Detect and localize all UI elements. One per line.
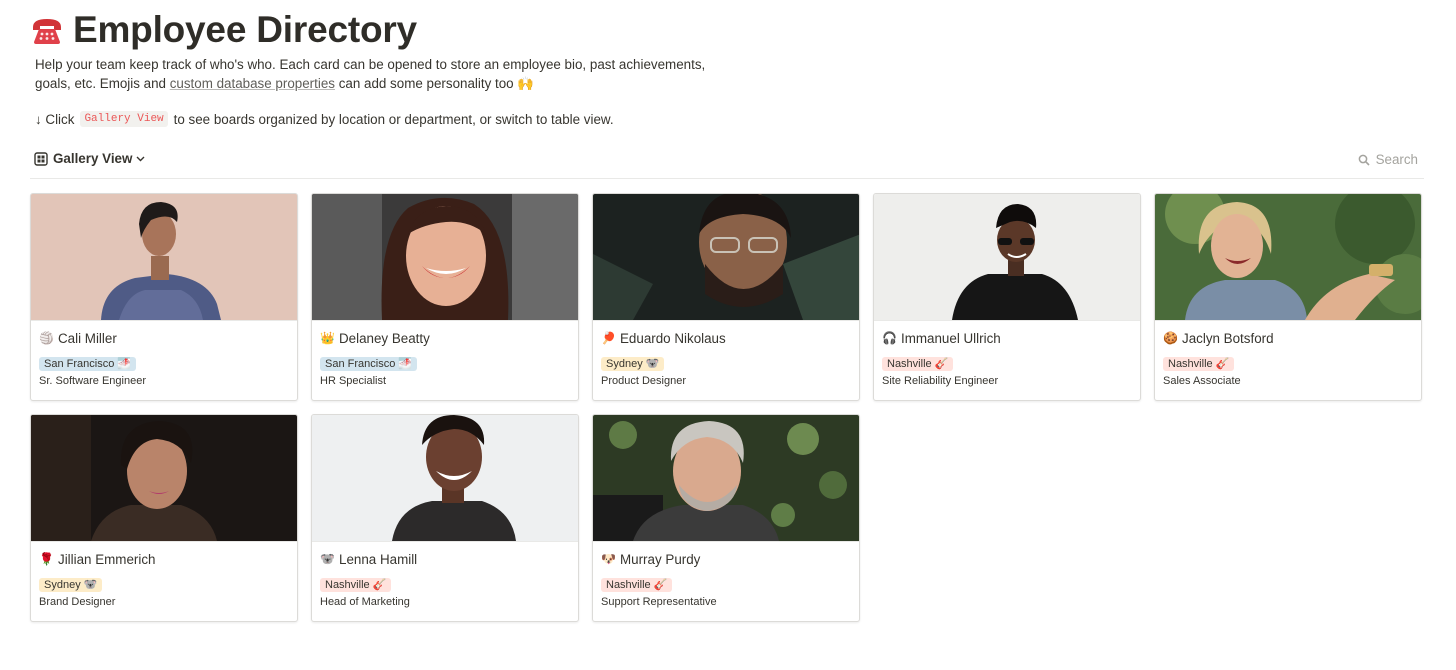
employee-name: Delaney Beatty (339, 330, 430, 346)
telephone-icon[interactable] (30, 16, 64, 46)
search-button[interactable]: Search (1358, 152, 1418, 167)
card-title: 🍪 Jaclyn Botsford (1163, 328, 1421, 348)
employee-name: Murray Purdy (620, 551, 701, 567)
hint-text: to see boards organized by location or d… (173, 111, 614, 127)
employee-name: Jaclyn Botsford (1182, 330, 1274, 346)
employee-card[interactable]: 🍪 Jaclyn Botsford Nashville 🎸 Sales Asso… (1154, 193, 1422, 401)
location-tag: Nashville 🎸 (882, 357, 954, 371)
card-cover-photo (593, 415, 859, 542)
volleyball-icon: 🏐 (39, 331, 54, 345)
employee-role: Head of Marketing (320, 596, 410, 608)
card-title: 🌹 Jillian Emmerich (39, 549, 297, 569)
description-text-end: can add some personality too 🙌 (334, 75, 535, 91)
location-tag: Nashville 🎸 (1163, 357, 1235, 371)
card-title: 🏐 Cali Miller (39, 328, 297, 348)
employee-name: Cali Miller (58, 330, 117, 346)
employee-role: Brand Designer (39, 596, 116, 608)
card-title: 🎧 Immanuel Ullrich (882, 328, 1140, 348)
card-cover-photo (31, 415, 297, 542)
crown-icon: 👑 (320, 331, 335, 345)
cookie-icon: 🍪 (1163, 331, 1178, 345)
hint-line: ↓ Click Gallery View to see boards organ… (35, 111, 614, 127)
location-tag: San Francisco 🌁 (39, 357, 137, 371)
hint-arrow-text: ↓ Click (35, 111, 75, 127)
ping-pong-icon: 🏓 (601, 331, 616, 345)
card-title: 🐶 Murray Purdy (601, 549, 859, 569)
location-tag: San Francisco 🌁 (320, 357, 418, 371)
card-cover-photo (312, 415, 578, 542)
koala-icon: 🐨 (320, 552, 335, 566)
employee-name: Jillian Emmerich (58, 551, 156, 567)
employee-role: Sales Associate (1163, 375, 1241, 387)
location-tag: Sydney 🐨 (601, 357, 665, 371)
employee-name: Immanuel Ullrich (901, 330, 1001, 346)
chevron-down-icon (136, 156, 145, 161)
card-cover-photo (874, 194, 1140, 321)
headphones-icon: 🎧 (882, 331, 897, 345)
card-title: 🏓 Eduardo Nikolaus (601, 328, 859, 348)
employee-name: Eduardo Nikolaus (620, 330, 726, 346)
employee-card[interactable]: 🎧 Immanuel Ullrich Nashville 🎸 Site Reli… (873, 193, 1141, 401)
page-description: Help your team keep track of who's who. … (35, 56, 725, 93)
search-icon (1358, 154, 1370, 166)
employee-role: Product Designer (601, 375, 686, 387)
dog-icon: 🐶 (601, 552, 616, 566)
card-cover-photo (1155, 194, 1421, 321)
employee-role: Site Reliability Engineer (882, 375, 999, 387)
location-tag: Nashville 🎸 (601, 578, 673, 592)
card-cover-photo (312, 194, 578, 321)
employee-role: HR Specialist (320, 375, 387, 387)
card-title: 🐨 Lenna Hamill (320, 549, 578, 569)
card-cover-photo (593, 194, 859, 321)
page-title: Employee Directory (73, 9, 417, 50)
gallery-grid: 🏐 Cali Miller San Francisco 🌁 Sr. Softwa… (30, 193, 1422, 622)
rose-icon: 🌹 (39, 552, 54, 566)
employee-card[interactable]: 🐨 Lenna Hamill Nashville 🎸 Head of Marke… (311, 414, 579, 622)
location-tag: Nashville 🎸 (320, 578, 392, 592)
employee-role: Sr. Software Engineer (39, 375, 147, 387)
gallery-view-code: Gallery View (80, 111, 168, 127)
view-switcher-button[interactable]: Gallery View (34, 151, 150, 166)
card-title: 👑 Delaney Beatty (320, 328, 578, 348)
gallery-view-icon (34, 151, 48, 166)
employee-card[interactable]: 🏐 Cali Miller San Francisco 🌁 Sr. Softwa… (30, 193, 298, 401)
location-tag: Sydney 🐨 (39, 578, 103, 592)
card-cover-photo (31, 194, 297, 321)
employee-card[interactable]: 🌹 Jillian Emmerich Sydney 🐨 Brand Design… (30, 414, 298, 622)
employee-card[interactable]: 🐶 Murray Purdy Nashville 🎸 Support Repre… (592, 414, 860, 622)
page-header: Employee Directory (30, 8, 417, 52)
employee-name: Lenna Hamill (339, 551, 418, 567)
employee-card[interactable]: 🏓 Eduardo Nikolaus Sydney 🐨 Product Desi… (592, 193, 860, 401)
employee-role: Support Representative (601, 596, 717, 608)
search-label: Search (1375, 152, 1418, 167)
database-toolbar: Gallery View Search (30, 146, 1424, 179)
custom-properties-link[interactable]: custom database properties (170, 76, 335, 91)
employee-card[interactable]: 👑 Delaney Beatty San Francisco 🌁 HR Spec… (311, 193, 579, 401)
view-name: Gallery View (53, 151, 133, 166)
